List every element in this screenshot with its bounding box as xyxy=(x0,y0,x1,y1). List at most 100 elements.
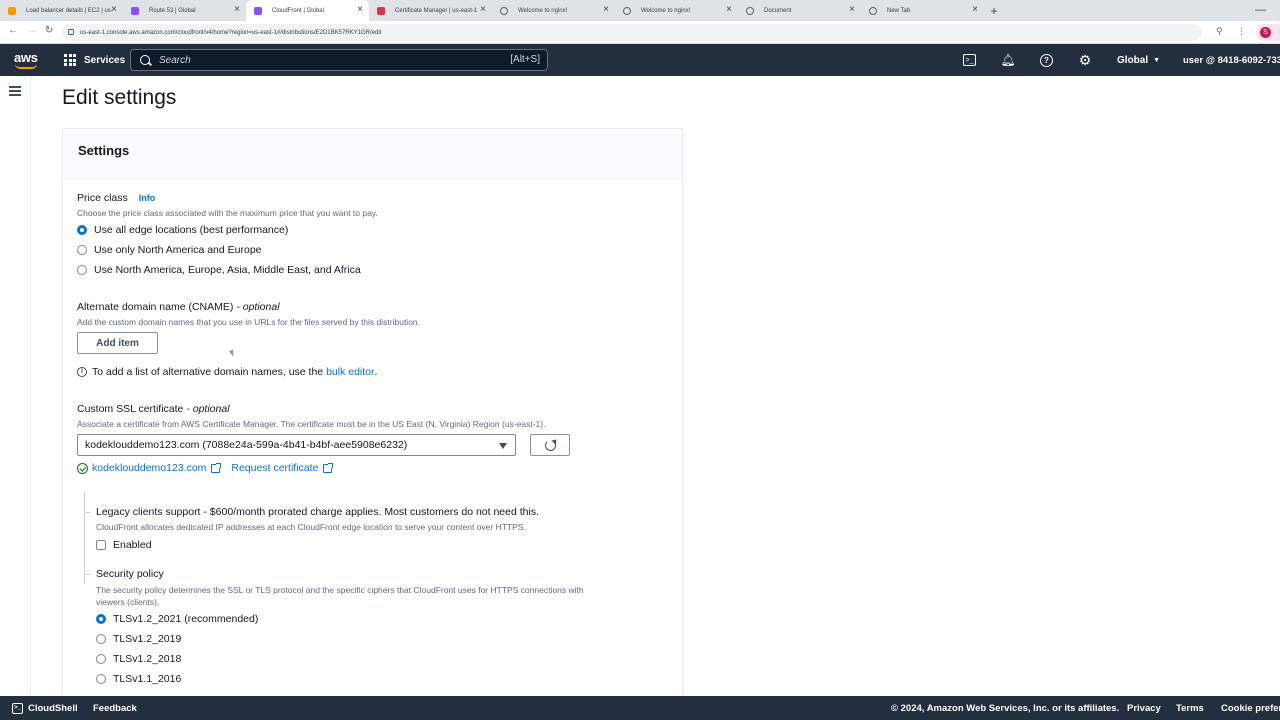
radio-button[interactable] xyxy=(77,225,87,235)
close-icon[interactable]: × xyxy=(603,4,609,15)
close-icon[interactable]: × xyxy=(849,4,855,15)
close-icon[interactable]: × xyxy=(480,4,486,15)
radio-option[interactable]: Use North America, Europe, Asia, Middle … xyxy=(77,264,361,276)
browser-tab-title: Load balancer details | EC2 | us- xyxy=(26,7,113,14)
bulk-editor-note-suffix: . xyxy=(374,366,378,378)
cname-optional-text: - optional xyxy=(236,301,280,313)
browser-tab[interactable]: New Tab × xyxy=(861,0,984,21)
bulk-editor-link[interactable]: bulk editor xyxy=(326,366,374,378)
search-input[interactable] xyxy=(159,54,489,66)
tab-favicon-icon xyxy=(131,7,139,15)
new-tab-button[interactable]: + xyxy=(984,0,1004,21)
legacy-enabled-checkbox[interactable]: Enabled xyxy=(96,539,152,551)
side-navigation-rail xyxy=(0,76,31,696)
radio-option[interactable]: TLSv1.2_2019 xyxy=(96,633,181,645)
browser-tab[interactable]: Welcome to nginx! × xyxy=(492,0,615,21)
cloudshell-button[interactable]: >_ CloudShell xyxy=(12,696,78,720)
browser-tab[interactable]: Certificate Manager | us-east-1 × xyxy=(369,0,492,21)
global-search[interactable]: [Alt+S] xyxy=(130,49,548,71)
profile-button[interactable]: S xyxy=(1256,24,1280,41)
radio-option[interactable]: TLSv1.1_2016 xyxy=(96,673,181,685)
checkbox-box[interactable] xyxy=(96,540,106,550)
ssl-certificate-select[interactable]: kodeklouddemo123.com (7088e24a-599a-4b41… xyxy=(77,434,516,456)
radio-button[interactable] xyxy=(96,674,106,684)
browser-tab[interactable]: Route 53 | Global × xyxy=(123,0,246,21)
radio-button[interactable] xyxy=(96,654,106,664)
help-icon[interactable]: ? xyxy=(1040,54,1053,67)
radio-label: TLSv1.2_2021 (recommended) xyxy=(113,613,259,625)
price-class-description: Choose the price class associated with t… xyxy=(77,208,378,218)
bulk-editor-note-prefix: To add a list of alternative domain name… xyxy=(92,366,324,378)
legacy-clients-label: Legacy clients support - $600/month pror… xyxy=(96,506,539,518)
security-policy-label: Security policy xyxy=(96,568,164,580)
notifications-bell-icon[interactable]: 🔔︎ xyxy=(999,51,1017,69)
radio-label: Use only North America and Europe xyxy=(94,244,262,256)
browser-address-bar: ← → ↻ us-east-1.console.aws.amazon.com/c… xyxy=(0,21,1280,44)
privacy-link[interactable]: Privacy xyxy=(1127,696,1161,720)
close-icon[interactable]: × xyxy=(111,4,117,15)
external-link-icon[interactable] xyxy=(323,462,334,473)
site-info-icon[interactable] xyxy=(68,29,74,35)
tab-list: Load balancer details | EC2 | us- × Route … xyxy=(0,0,984,21)
aws-logo[interactable]: aws xyxy=(14,50,38,65)
radio-option[interactable]: Use only North America and Europe xyxy=(77,244,262,256)
info-icon: i xyxy=(77,367,87,377)
radio-option[interactable]: TLSv1.2_2018 xyxy=(96,653,181,665)
settings-gear-icon[interactable]: ⚙︎ xyxy=(1076,51,1094,69)
url-field[interactable]: us-east-1.console.aws.amazon.com/cloudfr… xyxy=(62,24,1202,41)
price-class-info-link[interactable]: Info xyxy=(139,193,156,203)
browser-tab[interactable]: CloudFront | Global × xyxy=(246,0,369,21)
account-menu[interactable]: user @ 8418-6092-733 xyxy=(1183,44,1280,76)
copyright-text: © 2024, Amazon Web Services, Inc. or its… xyxy=(891,702,1120,714)
region-selector[interactable]: Global ▼ xyxy=(1117,44,1160,76)
radio-label: Use North America, Europe, Asia, Middle … xyxy=(94,264,361,276)
panel-header: Settings xyxy=(63,129,682,179)
cookie-preferences-link[interactable]: Cookie preferences xyxy=(1221,696,1280,720)
ssl-label-text: Custom SSL certificate xyxy=(77,403,184,415)
browser-tab-title: Welcome to nginx! xyxy=(518,7,568,14)
services-menu-button[interactable]: Services xyxy=(64,44,125,76)
price-class-label-text: Price class xyxy=(77,192,128,204)
tab-favicon-icon xyxy=(8,7,16,15)
services-label: Services xyxy=(84,54,126,66)
terms-link[interactable]: Terms xyxy=(1176,696,1204,720)
forward-icon[interactable]: → xyxy=(27,25,37,36)
refresh-icon xyxy=(544,439,556,451)
radio-option[interactable]: TLSv1.2_2021 (recommended) xyxy=(96,613,258,625)
add-item-button[interactable]: Add item xyxy=(77,332,158,354)
menu-hamburger-icon[interactable] xyxy=(9,86,21,96)
certificate-domain-link[interactable]: kodeklouddemo123.com xyxy=(92,462,206,474)
zoom-icon[interactable]: ⚲ xyxy=(1216,26,1223,37)
profile-avatar: S xyxy=(1260,27,1271,38)
caret-down-icon xyxy=(499,443,507,449)
browser-tab[interactable]: Document × xyxy=(738,0,861,21)
refresh-certificates-button[interactable] xyxy=(530,434,570,456)
browser-tab[interactable]: Welcome to nginx! × xyxy=(615,0,738,21)
extensions-icon[interactable]: ⋮ xyxy=(1237,26,1246,37)
close-icon[interactable]: × xyxy=(234,4,240,15)
close-icon[interactable]: × xyxy=(726,4,732,15)
close-icon[interactable]: × xyxy=(972,4,978,15)
globe-icon xyxy=(623,7,631,15)
page-title: Edit settings xyxy=(62,86,177,109)
radio-option[interactable]: Use all edge locations (best performance… xyxy=(77,224,288,236)
feedback-button[interactable]: Feedback xyxy=(93,696,137,720)
reload-icon[interactable]: ↻ xyxy=(45,25,53,36)
browser-tab[interactable]: Load balancer details | EC2 | us- × xyxy=(0,0,123,21)
radio-button[interactable] xyxy=(96,634,106,644)
search-shortcut-hint: [Alt+S] xyxy=(510,54,540,65)
close-icon[interactable]: × xyxy=(357,4,363,15)
browser-tab-title: Document xyxy=(764,7,792,14)
back-icon[interactable]: ← xyxy=(8,25,18,36)
radio-button[interactable] xyxy=(77,265,87,275)
external-link-icon[interactable] xyxy=(211,462,222,473)
window-minimize-button[interactable]: — xyxy=(1255,4,1266,16)
radio-label: TLSv1.2_2018 xyxy=(113,653,182,665)
radio-button[interactable] xyxy=(77,245,87,255)
cloudshell-icon[interactable]: >_ xyxy=(963,54,976,66)
nested-indent-branch xyxy=(84,574,91,575)
radio-button[interactable] xyxy=(96,614,106,624)
request-certificate-link[interactable]: Request certificate xyxy=(231,462,318,474)
ssl-description: Associate a certificate from AWS Certifi… xyxy=(77,419,546,429)
aws-top-nav: aws Services [Alt+S] >_ 🔔︎ ? ⚙︎ Global ▼… xyxy=(0,44,1280,76)
